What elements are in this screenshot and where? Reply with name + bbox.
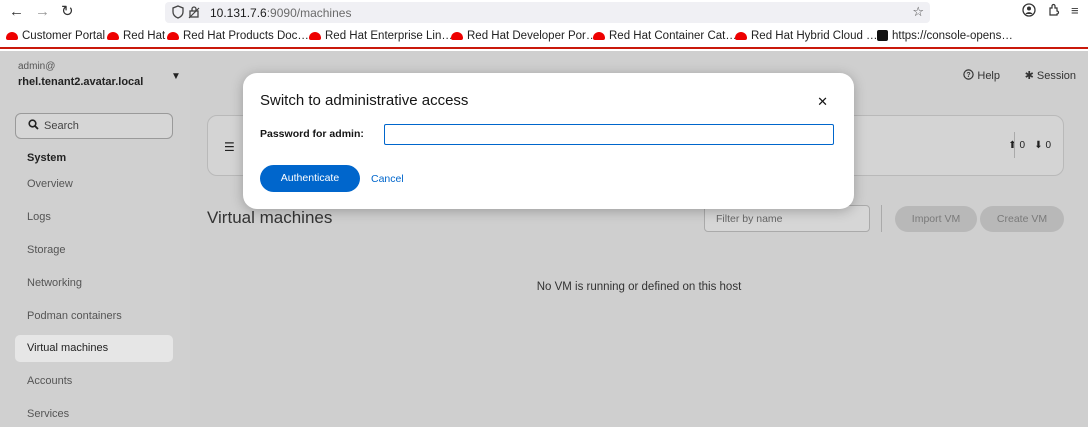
cancel-button[interactable]: Cancel bbox=[371, 173, 404, 185]
help-icon: ? bbox=[963, 69, 977, 82]
bookmark-item[interactable]: https://console-opens… bbox=[877, 30, 1013, 42]
bookmark-item[interactable]: Red Hat Hybrid Cloud … bbox=[735, 30, 878, 42]
url-text: 10.131.7.6:9090/machines bbox=[210, 6, 351, 20]
browser-toolbar: ← → ↻ 10.131.7.6:9090/machines ☆ ≡ bbox=[0, 0, 1088, 25]
url-host: 10.131.7.6 bbox=[210, 6, 267, 20]
bookmarks-bar: Customer Portal Red Hat Red Hat Products… bbox=[0, 25, 1088, 49]
password-label: Password for admin: bbox=[260, 128, 364, 140]
address-bar[interactable]: 10.131.7.6:9090/machines ☆ bbox=[165, 2, 930, 23]
bookmark-item[interactable]: Red Hat Enterprise Lin… bbox=[309, 30, 453, 42]
star-icon[interactable]: ☆ bbox=[912, 4, 924, 20]
bookmark-label: Customer Portal bbox=[22, 30, 106, 42]
bookmark-label: Red Hat Hybrid Cloud … bbox=[751, 30, 878, 42]
arrow-down-circle-icon: ⬇ bbox=[1034, 140, 1043, 151]
host-name: rhel.tenant2.avatar.local bbox=[18, 76, 144, 88]
stopped-count-value: 0 bbox=[1045, 140, 1051, 151]
sidebar-item-logs[interactable]: Logs bbox=[15, 204, 173, 231]
gear-icon: ✱ bbox=[1024, 70, 1034, 82]
redhat-icon bbox=[735, 32, 747, 40]
bookmark-item[interactable]: Red Hat bbox=[107, 30, 165, 42]
stopped-count: ⬇ 0 bbox=[1034, 140, 1051, 151]
redhat-icon bbox=[309, 32, 321, 40]
empty-state-text: No VM is running or defined on this host bbox=[536, 281, 742, 293]
sidebar-item-accounts[interactable]: Accounts bbox=[15, 368, 173, 395]
session-button[interactable]: ✱ Session bbox=[1025, 69, 1076, 82]
running-count-value: 0 bbox=[1019, 140, 1025, 151]
account-icon[interactable] bbox=[1022, 3, 1036, 20]
toolbar-divider bbox=[881, 205, 882, 232]
bookmark-item[interactable]: Red Hat Products Doc… bbox=[167, 30, 309, 42]
bookmark-label: Red Hat Products Doc… bbox=[183, 30, 309, 42]
server-icon: ☰ bbox=[224, 140, 235, 154]
help-button[interactable]: ? Help bbox=[963, 69, 1000, 82]
page-title: Virtual machines bbox=[207, 208, 333, 227]
sidebar-item-networking[interactable]: Networking bbox=[15, 270, 173, 297]
dialog-title: Switch to administrative access bbox=[260, 92, 469, 109]
redhat-icon bbox=[107, 32, 119, 40]
search-input[interactable]: Search bbox=[15, 113, 173, 139]
bookmark-label: Red Hat Enterprise Lin… bbox=[325, 30, 453, 42]
reload-icon[interactable]: ↻ bbox=[61, 3, 74, 21]
help-label: Help bbox=[977, 70, 1000, 82]
running-count: ⬆ 0 bbox=[1008, 140, 1025, 151]
sidebar-item-podman-containers[interactable]: Podman containers bbox=[15, 303, 173, 330]
filter-input[interactable]: Filter by name bbox=[704, 205, 870, 232]
search-placeholder: Search bbox=[44, 120, 79, 132]
import-vm-button[interactable]: Import VM bbox=[895, 206, 977, 232]
bookmark-label: Red Hat bbox=[123, 30, 166, 42]
back-icon[interactable]: ← bbox=[9, 3, 24, 21]
filter-placeholder: Filter by name bbox=[716, 213, 783, 225]
bookmark-item[interactable]: Red Hat Developer Por… bbox=[451, 30, 597, 42]
bookmark-label: Red Hat Container Cat… bbox=[609, 30, 737, 42]
extensions-icon[interactable] bbox=[1047, 3, 1061, 20]
sidebar-item-virtual-machines[interactable]: Virtual machines bbox=[15, 335, 173, 362]
forward-icon[interactable]: → bbox=[35, 3, 50, 21]
caret-down-icon[interactable]: ▼ bbox=[171, 71, 181, 82]
arrow-up-circle-icon: ⬆ bbox=[1008, 140, 1017, 151]
svg-text:?: ? bbox=[967, 72, 971, 79]
sidebar: admin@ rhel.tenant2.avatar.local ▼ Searc… bbox=[0, 51, 190, 427]
bookmark-label: https://console-opens… bbox=[892, 30, 1013, 42]
session-label: Session bbox=[1036, 70, 1076, 82]
create-vm-button[interactable]: Create VM bbox=[980, 206, 1064, 232]
nav-heading-system: System bbox=[27, 152, 67, 164]
menu-icon[interactable]: ≡ bbox=[1071, 3, 1079, 18]
search-icon bbox=[28, 119, 39, 133]
bookmark-label: Red Hat Developer Por… bbox=[467, 30, 598, 42]
url-path: :9090/machines bbox=[266, 6, 352, 20]
shield-icon[interactable] bbox=[172, 5, 184, 22]
redhat-icon bbox=[593, 32, 605, 40]
password-field[interactable] bbox=[384, 124, 834, 145]
divider bbox=[1014, 132, 1015, 158]
close-icon[interactable]: ✕ bbox=[817, 94, 828, 110]
redhat-icon bbox=[167, 32, 179, 40]
terminal-icon bbox=[877, 30, 888, 41]
redhat-icon bbox=[451, 32, 463, 40]
authenticate-button[interactable]: Authenticate bbox=[260, 165, 360, 192]
lock-icon[interactable] bbox=[188, 5, 200, 22]
admin-access-dialog: Switch to administrative access ✕ Passwo… bbox=[243, 73, 854, 209]
host-user: admin@ bbox=[18, 61, 56, 72]
redhat-icon bbox=[6, 32, 18, 40]
sidebar-item-storage[interactable]: Storage bbox=[15, 237, 173, 264]
sidebar-item-overview[interactable]: Overview bbox=[15, 171, 173, 198]
sidebar-item-services[interactable]: Services bbox=[15, 401, 173, 427]
bookmark-item[interactable]: Customer Portal bbox=[6, 30, 105, 42]
bookmark-item[interactable]: Red Hat Container Cat… bbox=[593, 30, 737, 42]
